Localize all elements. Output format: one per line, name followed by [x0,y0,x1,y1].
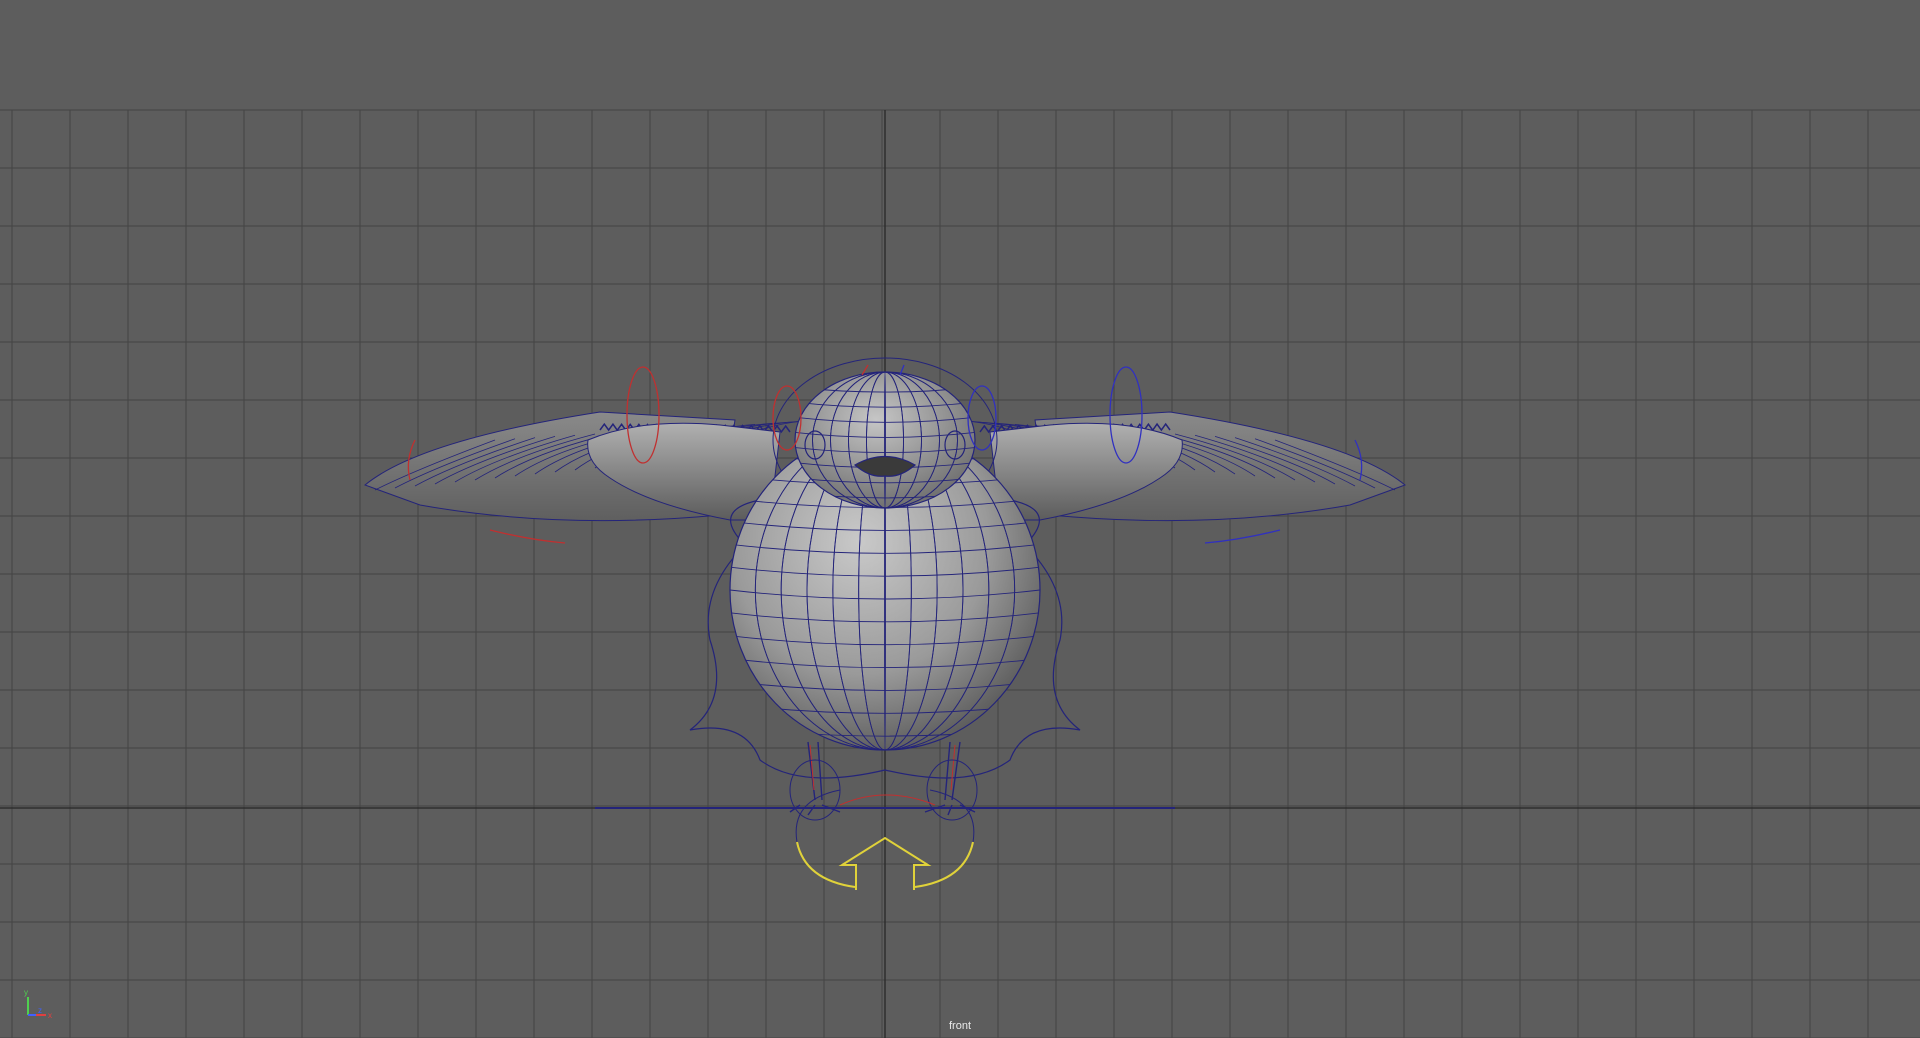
svg-text:y: y [24,988,28,997]
viewport-scene[interactable] [0,0,1920,1038]
left-foot-control [789,759,841,821]
axis-gizmo-icon: y z x [18,985,58,1025]
camera-name-label: front [948,1020,971,1032]
front-viewport[interactable]: y z x front [0,0,1920,1038]
right-foot-control [926,759,978,821]
svg-text:x: x [48,1011,52,1020]
svg-text:z: z [38,1006,42,1015]
